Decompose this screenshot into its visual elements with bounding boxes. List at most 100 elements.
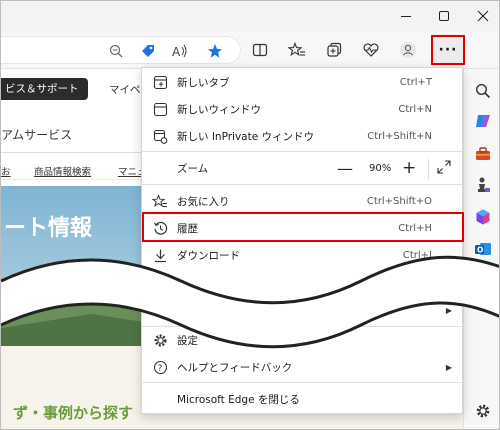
- menu-item-shortcut: Ctrl+J: [402, 249, 432, 261]
- close-button[interactable]: [463, 1, 499, 31]
- outlook-icon: O: [475, 243, 491, 255]
- read-aloud-icon: A: [172, 44, 187, 59]
- menu-item-shortcut: Ctrl+N: [398, 103, 432, 115]
- zoom-out-button[interactable]: [105, 40, 127, 62]
- menu-item-label: 新しいウィンドウ: [177, 103, 261, 116]
- link-product-search[interactable]: 商品情報検索: [34, 164, 91, 178]
- sidebar-search-button[interactable]: [473, 81, 493, 101]
- minimize-icon: [401, 16, 411, 17]
- new-tab-icon: [151, 73, 169, 91]
- menu-item-label: その他のツール: [177, 304, 251, 317]
- menu-item-label: ヘルプとフィードバック: [177, 361, 293, 374]
- section-heading: ず・事例から探す: [13, 404, 134, 422]
- fullscreen-icon: [437, 160, 451, 174]
- menu-item-shortcut: Ctrl+Shift+O: [366, 195, 432, 207]
- close-icon: [477, 10, 489, 22]
- favorite-star-icon: [208, 44, 222, 58]
- edge-sidebar: O: [463, 69, 499, 429]
- menu-divider: [142, 151, 462, 152]
- settings-and-more-button[interactable]: ···: [431, 35, 465, 65]
- split-screen-button[interactable]: [249, 39, 271, 61]
- add-favorite-button[interactable]: [204, 40, 226, 62]
- svg-text:A: A: [172, 45, 181, 59]
- new-window-icon: [151, 100, 169, 118]
- browser-toolbar: A ···: [1, 31, 499, 69]
- split-screen-icon: [252, 43, 268, 57]
- menu-item-label: ズーム: [177, 162, 209, 175]
- menu-item-help-feedback[interactable]: ? ヘルプとフィードバック ▶: [142, 353, 462, 381]
- menu-item-label: 新しい InPrivate ウィンドウ: [177, 130, 315, 143]
- download-icon: [151, 246, 169, 264]
- hero-title: ート情報: [4, 216, 93, 241]
- menu-item-settings[interactable]: 設定: [142, 326, 462, 354]
- settings-icon: [476, 404, 490, 418]
- menu-item-shortcut: Ctrl+T: [399, 76, 432, 88]
- coupon-button[interactable]: [137, 40, 159, 62]
- settings-and-more-menu: 新しいタブ Ctrl+T 新しいウィンドウ Ctrl+N 新しい InPriva…: [141, 67, 464, 414]
- menu-item-zoom: ズーム — 90% +: [142, 154, 462, 182]
- sidebar-copilot-button[interactable]: [473, 111, 493, 131]
- menu-item-close-edge[interactable]: Microsoft Edge を閉じる: [142, 385, 462, 413]
- help-icon: ?: [151, 358, 169, 376]
- more-icon: ···: [438, 42, 458, 58]
- zoom-in-button[interactable]: +: [402, 158, 416, 178]
- svg-text:?: ?: [157, 364, 162, 374]
- tools-icon: [476, 147, 490, 160]
- chevron-right-icon: ▶: [445, 305, 452, 315]
- maximize-icon: [439, 11, 449, 21]
- svg-text:O: O: [477, 246, 483, 255]
- title-bar: [1, 1, 499, 31]
- zoom-out-button[interactable]: —: [337, 159, 353, 178]
- sidebar-settings-button[interactable]: [473, 401, 493, 421]
- sidebar-outlook-button[interactable]: O: [473, 239, 493, 259]
- zoom-out-icon: [109, 44, 123, 58]
- site-subtitle: アムサービス: [1, 128, 73, 142]
- menu-item-new-window[interactable]: 新しいウィンドウ Ctrl+N: [142, 95, 462, 123]
- menu-item-label: 新しいタブ: [177, 76, 230, 89]
- menu-item-new-tab[interactable]: 新しいタブ Ctrl+T: [142, 68, 462, 96]
- menu-item-shortcut: Ctrl+Shift+N: [367, 130, 432, 142]
- nav-mypage-link[interactable]: マイペ: [109, 82, 141, 97]
- zoom-level: 90%: [369, 162, 392, 174]
- read-aloud-button[interactable]: A: [169, 40, 191, 62]
- tag-icon: [142, 45, 154, 57]
- health-button[interactable]: [360, 39, 382, 61]
- profile-icon: [400, 42, 416, 58]
- address-bar[interactable]: A: [1, 36, 241, 64]
- menu-divider: [142, 382, 462, 383]
- history-highlight-frame: [142, 212, 464, 242]
- settings-icon: [151, 331, 169, 349]
- menu-divider: [142, 184, 462, 185]
- office-icon: [476, 209, 490, 225]
- menu-item-new-inprivate[interactable]: 新しい InPrivate ウィンドウ Ctrl+Shift+N: [142, 122, 462, 150]
- menu-item-label: 設定: [177, 334, 198, 347]
- collections-icon: [327, 42, 342, 57]
- zoom-divider: [428, 159, 429, 179]
- menu-item-downloads[interactable]: ダウンロード Ctrl+J: [142, 241, 462, 269]
- favorites-button[interactable]: [286, 39, 308, 61]
- maximize-button[interactable]: [424, 1, 464, 31]
- favorites-icon: [288, 42, 305, 57]
- menu-item-more-tools[interactable]: その他のツール ▶: [142, 296, 462, 324]
- profile-button[interactable]: [397, 39, 419, 61]
- chess-icon: [478, 177, 490, 192]
- sidebar-tools-button[interactable]: [473, 144, 493, 164]
- browser-window: A ··· ビス＆サポート マイペ アムサービス お 商品情報検索 マニュ ート…: [0, 0, 500, 430]
- menu-item-label: お気に入り: [177, 195, 230, 208]
- sidebar-office-button[interactable]: [473, 207, 493, 227]
- heart-pulse-icon: [363, 43, 379, 57]
- inprivate-icon: [151, 127, 169, 145]
- sidebar-games-button[interactable]: [473, 175, 493, 195]
- chevron-right-icon: ▶: [445, 362, 452, 372]
- nav-support-tab[interactable]: ビス＆サポート: [1, 78, 88, 100]
- favorites-icon: [151, 192, 169, 210]
- fullscreen-button[interactable]: [436, 159, 454, 177]
- menu-item-label: ダウンロード: [177, 249, 240, 262]
- menu-item-label: Microsoft Edge を閉じる: [177, 393, 300, 406]
- link-item[interactable]: お: [1, 164, 11, 178]
- menu-item-favorites[interactable]: お気に入り Ctrl+Shift+O: [142, 187, 462, 215]
- minimize-button[interactable]: [386, 1, 426, 31]
- copilot-icon: [476, 115, 490, 127]
- collections-button[interactable]: [323, 39, 345, 61]
- search-icon: [475, 83, 491, 99]
